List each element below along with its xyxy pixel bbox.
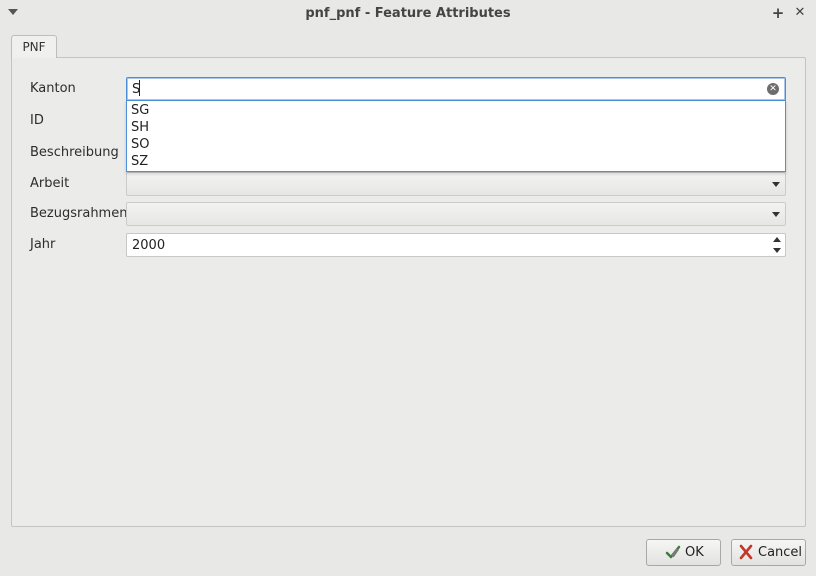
kanton-label: Kanton (30, 81, 76, 96)
autocomplete-option[interactable]: SH (131, 119, 149, 136)
jahr-spinbox[interactable]: 2000 (126, 233, 786, 257)
jahr-label: Jahr (30, 237, 56, 252)
close-icon[interactable]: ✕ (792, 4, 808, 22)
maximize-icon[interactable]: + (770, 4, 786, 22)
title-bar: pnf_pnf - Feature Attributes + ✕ (0, 0, 816, 28)
ok-button-label: OK (685, 545, 704, 560)
autocomplete-option[interactable]: SG (131, 102, 149, 119)
cancel-button[interactable]: Cancel (731, 539, 806, 566)
ok-button[interactable]: OK (646, 539, 721, 566)
bezugsrahmen-label: Bezugsrahmen (30, 206, 128, 221)
beschreibung-label: Beschreibung (30, 145, 119, 160)
spin-buttons[interactable] (770, 235, 784, 255)
spin-down-icon[interactable] (773, 248, 781, 253)
jahr-value: 2000 (132, 238, 166, 253)
autocomplete-option[interactable]: SO (131, 136, 149, 153)
cancel-button-label: Cancel (758, 545, 803, 560)
chevron-down-icon (772, 182, 780, 187)
kanton-autocomplete-popup: SG SH SO SZ (126, 100, 786, 172)
text-caret (139, 80, 140, 96)
bezugsrahmen-dropdown[interactable] (126, 202, 786, 226)
arbeit-label: Arbeit (30, 176, 70, 191)
tab-pnf[interactable]: PNF (11, 35, 57, 58)
spin-up-icon[interactable] (773, 237, 781, 242)
clear-icon[interactable]: ✕ (767, 83, 779, 95)
arbeit-dropdown[interactable] (126, 172, 786, 196)
autocomplete-option[interactable]: SZ (131, 153, 148, 170)
chevron-down-icon (772, 212, 780, 217)
window-title: pnf_pnf - Feature Attributes (305, 6, 511, 21)
kanton-input[interactable]: S ✕ (126, 77, 786, 101)
checkmark-pen-icon (665, 545, 681, 559)
id-label: ID (30, 113, 44, 128)
red-x-icon (739, 544, 753, 560)
